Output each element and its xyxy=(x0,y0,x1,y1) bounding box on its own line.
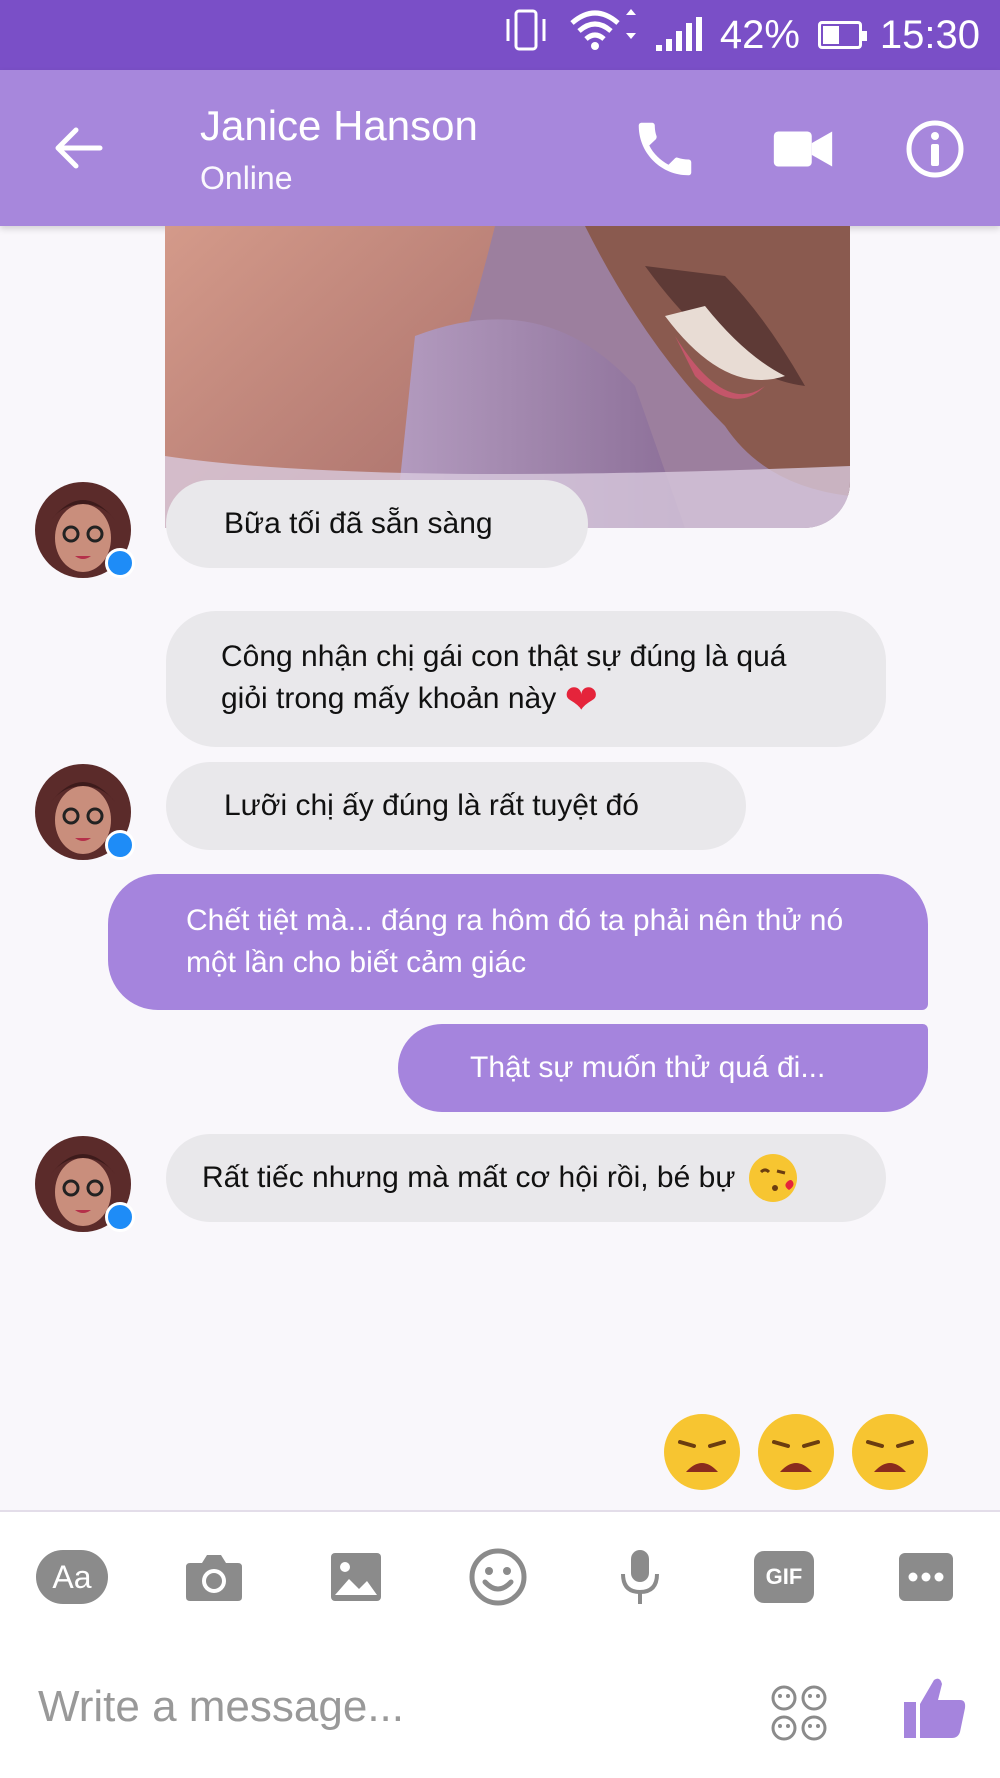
sticker-icon[interactable] xyxy=(770,1684,828,1742)
vibrate-icon xyxy=(502,9,550,61)
message-text: Bữa tối đã sẵn sàng xyxy=(224,507,493,540)
messenger-badge-icon xyxy=(105,830,135,860)
more-options-icon[interactable] xyxy=(890,1546,962,1608)
conversation-header: Janice Hanson Online xyxy=(0,70,1000,226)
message-text: Lưỡi chị ấy đúng là rất tuyệt đó xyxy=(224,789,639,822)
weary-face-emoji xyxy=(662,1412,742,1497)
phone-call-icon[interactable] xyxy=(630,114,700,184)
text-format-button[interactable]: Aa xyxy=(36,1546,108,1608)
contact-avatar[interactable] xyxy=(33,480,135,580)
battery-icon xyxy=(817,21,867,49)
gif-label: GIF xyxy=(754,1551,814,1603)
aa-label: Aa xyxy=(36,1550,108,1604)
signal-icon xyxy=(655,17,702,51)
heart-emoji: ❤ xyxy=(564,678,599,723)
clock: 15:30 xyxy=(879,12,980,57)
composer: Aa GIF Write a message... xyxy=(0,1510,1000,1778)
weary-face-emoji xyxy=(756,1412,836,1497)
weary-face-emoji xyxy=(850,1412,930,1497)
kissing-face-emoji xyxy=(747,1152,799,1204)
message-text: Công nhận chị gái con thật sự đúng là qu… xyxy=(221,640,787,723)
wifi-icon xyxy=(568,9,638,61)
status-bar: 42% 15:30 xyxy=(0,0,1000,70)
message-list[interactable]: Bữa tối đã sẵn sàng Công nhận chị gái co… xyxy=(0,226,1000,1510)
gallery-icon[interactable] xyxy=(320,1546,392,1608)
emoji-icon[interactable] xyxy=(462,1546,534,1608)
composer-toolbar: Aa GIF xyxy=(0,1512,1000,1642)
message-bubble[interactable]: Rất tiếc nhưng mà mất cơ hội rồi, bé bự xyxy=(166,1134,886,1222)
message-text: Rất tiếc nhưng mà mất cơ hội rồi, bé bự xyxy=(202,1161,736,1194)
battery-percent: 42% xyxy=(719,12,800,57)
info-icon[interactable] xyxy=(900,114,970,184)
message-input[interactable]: Write a message... xyxy=(38,1682,404,1732)
contact-status: Online xyxy=(200,160,293,196)
message-bubble[interactable]: Thật sự muốn thử quá đi... xyxy=(398,1024,928,1112)
messenger-badge-icon xyxy=(105,1202,135,1232)
message-text: Chết tiệt mà... đáng ra hôm đó ta phải n… xyxy=(186,904,844,979)
message-text: Thật sự muốn thử quá đi... xyxy=(470,1051,826,1084)
emoji-reaction-row xyxy=(662,1412,930,1497)
contact-name[interactable]: Janice Hanson xyxy=(200,102,478,150)
back-arrow-icon[interactable] xyxy=(50,120,106,176)
contact-avatar[interactable] xyxy=(33,762,135,862)
gif-button[interactable]: GIF xyxy=(748,1546,820,1608)
message-bubble[interactable]: Lưỡi chị ấy đúng là rất tuyệt đó xyxy=(166,762,746,850)
microphone-icon[interactable] xyxy=(604,1546,676,1608)
message-bubble[interactable]: Chết tiệt mà... đáng ra hôm đó ta phải n… xyxy=(108,874,928,1010)
messenger-badge-icon xyxy=(105,548,135,578)
thumbs-up-icon[interactable] xyxy=(900,1672,970,1742)
message-bubble[interactable]: Công nhận chị gái con thật sự đúng là qu… xyxy=(166,611,886,747)
camera-icon[interactable] xyxy=(178,1546,250,1608)
contact-avatar[interactable] xyxy=(33,1134,135,1234)
video-call-icon[interactable] xyxy=(768,114,838,184)
message-bubble[interactable]: Bữa tối đã sẵn sàng xyxy=(166,480,588,568)
